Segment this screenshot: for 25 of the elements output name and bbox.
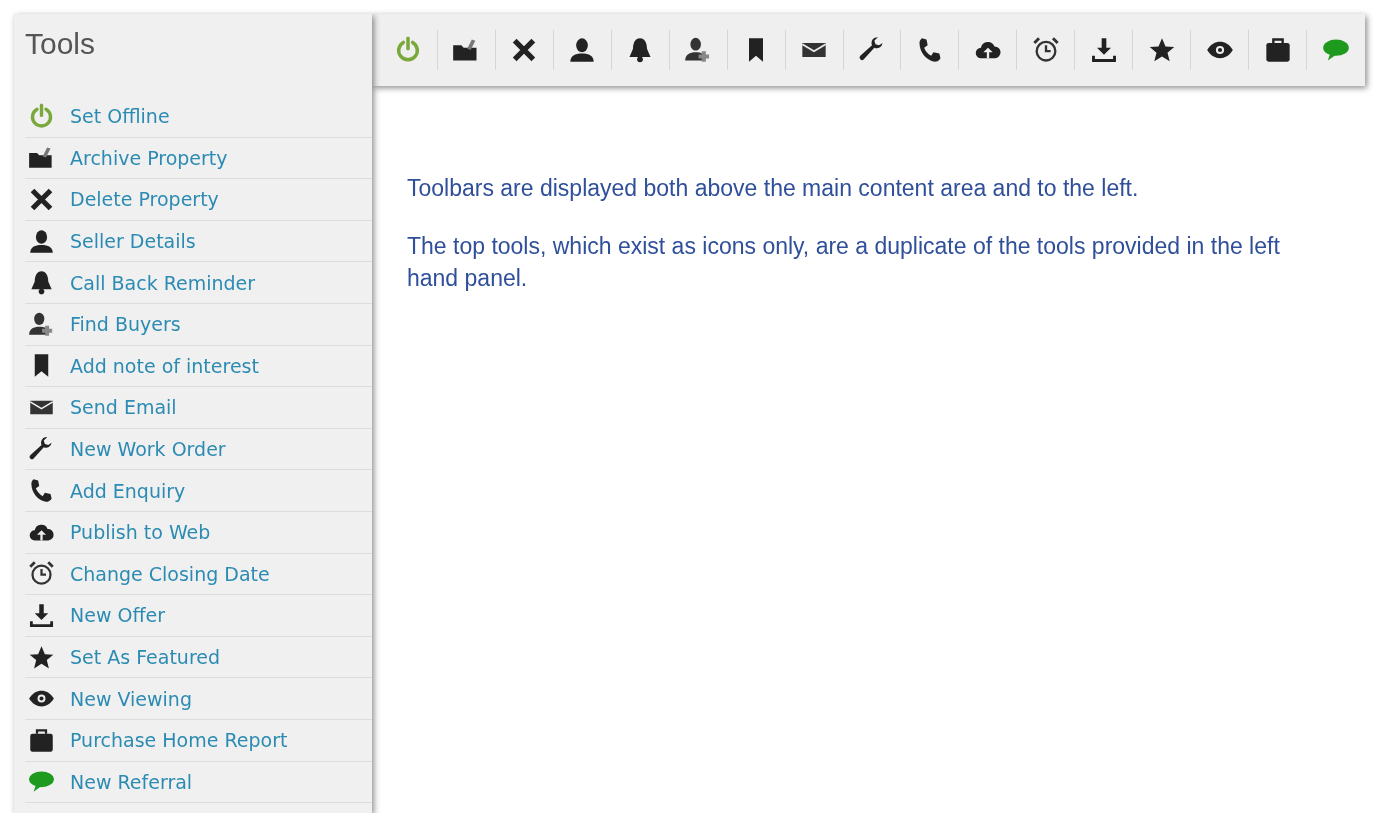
tool-link[interactable]: Set Offline <box>70 105 170 128</box>
tool-link[interactable]: Find Buyers <box>70 313 181 336</box>
tool-link[interactable]: Add note of interest <box>70 354 259 377</box>
briefcase-icon[interactable] <box>1263 36 1292 64</box>
tool-link[interactable]: Set As Featured <box>70 646 221 668</box>
tool-link[interactable]: Delete Property <box>70 188 219 211</box>
tool-link[interactable]: Archive Property <box>70 146 228 169</box>
tool-link[interactable]: Seller Details <box>70 230 196 253</box>
tool-link[interactable]: Send Email <box>70 396 177 419</box>
alarm-clock-icon[interactable] <box>1031 36 1060 64</box>
tool-link[interactable]: New Offer <box>70 604 166 627</box>
tool-link[interactable]: New Viewing <box>70 687 192 710</box>
tool-link[interactable]: Publish to Web <box>70 521 211 544</box>
tool-link[interactable]: New Referral <box>70 770 193 793</box>
paragraph: The top tools, which exist as icons only, are a duplicate of the tools provided in the left hand panel. <box>407 232 1281 293</box>
paragraph: Toolbars are displayed both above the main content area and to the left. <box>407 174 1140 203</box>
person-icon[interactable] <box>568 36 597 64</box>
tool-link[interactable]: Change Closing Date <box>70 562 270 585</box>
tool-link[interactable]: Add Enquiry <box>70 479 186 502</box>
star-icon[interactable] <box>1147 36 1176 64</box>
download-icon[interactable] <box>1089 36 1118 64</box>
tool-link[interactable]: New Work Order <box>70 438 226 461</box>
tool-link[interactable]: Call Back Reminder <box>70 271 256 294</box>
tool-link[interactable]: Purchase Home Report <box>70 729 288 752</box>
panel-title: Tools <box>25 26 97 62</box>
